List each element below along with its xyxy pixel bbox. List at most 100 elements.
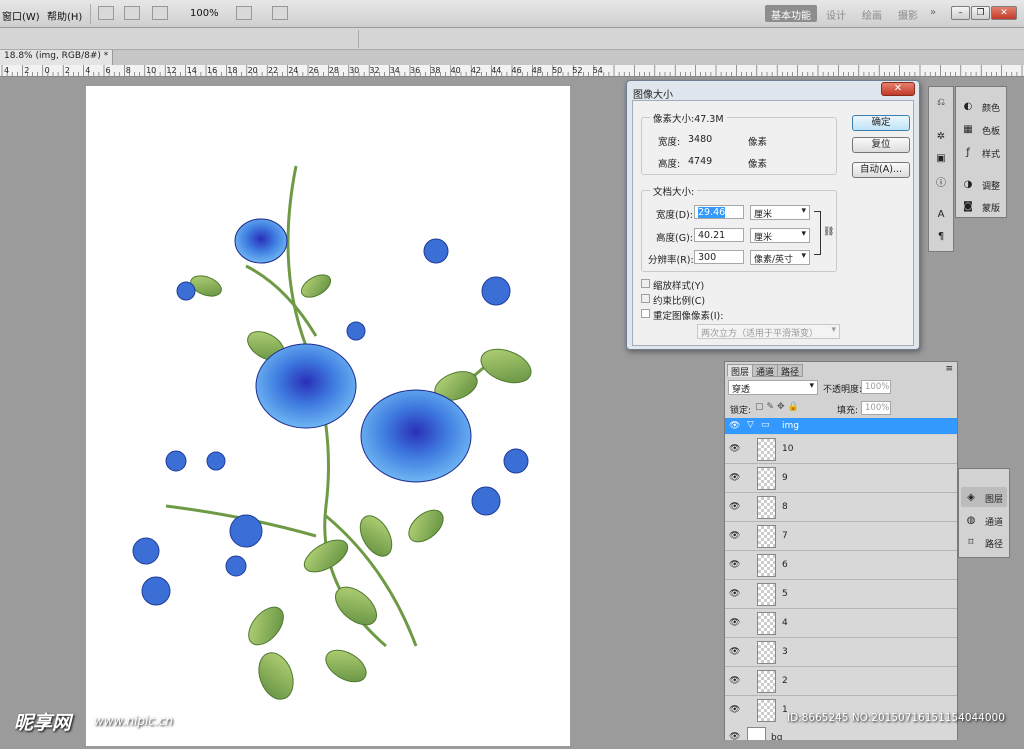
arrange-documents-icon[interactable]: [236, 6, 252, 20]
visibility-eye-icon[interactable]: 👁: [729, 676, 740, 686]
visibility-eye-icon[interactable]: 👁: [729, 444, 740, 454]
character-icon[interactable]: A: [935, 209, 947, 220]
ruler-label: 34: [390, 66, 400, 75]
visibility-eye-icon[interactable]: 👁: [729, 560, 740, 570]
visibility-eye-icon[interactable]: 👁: [729, 502, 740, 512]
view-extras-icon[interactable]: [152, 6, 168, 20]
scale-styles-checkbox[interactable]: [641, 279, 650, 288]
doc-height-input[interactable]: 40.21: [694, 228, 744, 242]
background-layer-row[interactable]: 👁 bg: [725, 724, 957, 740]
auto-button[interactable]: 自动(A)...: [852, 162, 910, 178]
panel-menu-icon[interactable]: ≡: [945, 364, 953, 374]
navigator-icon[interactable]: ▣: [935, 153, 947, 164]
workspace-essentials[interactable]: 基本功能: [765, 5, 817, 22]
visibility-eye-icon[interactable]: 👁: [729, 647, 740, 657]
ruler-label: 4: [4, 66, 9, 75]
tab-layers[interactable]: 图层: [727, 364, 754, 378]
pixel-width-unit: 像素: [748, 137, 768, 148]
masks-icon[interactable]: ◙: [962, 201, 974, 212]
ok-button[interactable]: 确定: [852, 115, 910, 131]
dock-item-swatches[interactable]: 色板: [982, 124, 1000, 137]
history-icon[interactable]: ⎌: [935, 97, 947, 108]
layer-row[interactable]: 👁 6: [725, 551, 957, 580]
restore-button[interactable]: ❐: [971, 6, 990, 20]
tab-paths[interactable]: 路径: [777, 364, 804, 378]
color-panel-dock: ◐ 颜色 ▦ 色板 ƒ 样式 ◑ 调整 ◙ 蒙版: [955, 86, 1007, 218]
zoom-level[interactable]: 100%: [190, 8, 219, 19]
document-tab[interactable]: 18.8% (img, RGB/8#) *: [0, 50, 114, 65]
scale-styles-label: 缩放样式(Y): [653, 281, 705, 292]
visibility-eye-icon[interactable]: 👁: [729, 421, 740, 431]
dock-item-adjustments[interactable]: 调整: [982, 179, 1000, 192]
lock-options-icon[interactable]: ▢✎✥🔒: [755, 402, 802, 412]
layer-row[interactable]: 👁 3: [725, 638, 957, 667]
resolution-input[interactable]: 300: [694, 250, 744, 264]
layer-row[interactable]: 👁 7: [725, 522, 957, 551]
pixel-dimensions-label: 像素大小:47.3M: [650, 111, 727, 125]
menu-window[interactable]: 窗口(W): [2, 8, 40, 23]
blend-mode-select[interactable]: 穿透: [728, 380, 818, 395]
image-size-dialog: 图像大小 ✕ 像素大小:47.3M 宽度: 3480 像素 高度: 4749 像…: [626, 80, 920, 350]
more-workspaces-icon[interactable]: »: [924, 5, 942, 22]
visibility-eye-icon[interactable]: 👁: [729, 531, 740, 541]
dock-item-layers[interactable]: 图层: [985, 492, 1003, 505]
layer-group-row[interactable]: 👁 ▽ ▭ img: [725, 418, 957, 434]
visibility-eye-icon[interactable]: 👁: [729, 705, 740, 715]
reset-button[interactable]: 复位: [852, 137, 910, 153]
visibility-eye-icon[interactable]: 👁: [729, 473, 740, 483]
doc-height-unit-select[interactable]: 厘米: [750, 228, 810, 243]
paths-icon[interactable]: ⌑: [965, 537, 977, 548]
workspace-photography[interactable]: 摄影: [892, 5, 924, 22]
layer-row[interactable]: 👁 2: [725, 667, 957, 696]
layers-icon[interactable]: ◈: [965, 492, 977, 503]
workspace-painting[interactable]: 绘画: [856, 5, 888, 22]
pixel-width-value: 3480: [688, 134, 713, 145]
channels-icon[interactable]: ◍: [965, 515, 977, 526]
resample-checkbox[interactable]: [641, 309, 650, 318]
ruler-label: 16: [207, 66, 217, 75]
workspace-design[interactable]: 设计: [820, 5, 852, 22]
bridge-icon[interactable]: [98, 6, 114, 20]
fill-input[interactable]: 100%: [861, 401, 891, 415]
document-canvas[interactable]: [86, 86, 570, 746]
group-expand-icon[interactable]: ▽: [747, 420, 754, 430]
layer-name: 6: [782, 560, 788, 570]
layer-row[interactable]: 👁 10: [725, 435, 957, 464]
color-icon[interactable]: ◐: [962, 101, 974, 112]
resample-method-select[interactable]: 两次立方（适用于平滑渐变）: [697, 324, 840, 339]
opacity-input[interactable]: 100%: [861, 380, 891, 394]
layer-thumbnail: [757, 612, 776, 635]
doc-width-unit-select[interactable]: 厘米: [750, 205, 810, 220]
menu-help[interactable]: 帮助(H): [47, 8, 82, 23]
ruler-label: 14: [187, 66, 197, 75]
dock-item-styles[interactable]: 样式: [982, 147, 1000, 160]
close-app-button[interactable]: ✕: [991, 6, 1017, 20]
resolution-unit-select[interactable]: 像素/英寸: [750, 250, 810, 265]
paragraph-icon[interactable]: ¶: [935, 231, 947, 242]
adjustments-icon[interactable]: ◑: [962, 179, 974, 190]
ruler-label: 48: [532, 66, 542, 75]
layer-row[interactable]: 👁 8: [725, 493, 957, 522]
constrain-proportions-checkbox[interactable]: [641, 294, 650, 303]
doc-width-input[interactable]: 29.46: [694, 205, 744, 219]
screen-mode-icon[interactable]: [272, 6, 288, 20]
swatches-icon[interactable]: ▦: [962, 124, 974, 135]
info-icon[interactable]: ⓘ: [935, 178, 947, 189]
dock-item-channels[interactable]: 通道: [985, 515, 1003, 528]
dock-item-paths[interactable]: 路径: [985, 537, 1003, 550]
dock-item-color[interactable]: 颜色: [982, 101, 1000, 114]
visibility-eye-icon[interactable]: 👁: [729, 618, 740, 628]
tab-channels[interactable]: 通道: [752, 364, 779, 378]
minimize-button[interactable]: –: [951, 6, 970, 20]
minibridge-icon[interactable]: [124, 6, 140, 20]
layer-row[interactable]: 👁 5: [725, 580, 957, 609]
styles-icon[interactable]: ƒ: [962, 147, 974, 158]
visibility-eye-icon[interactable]: 👁: [729, 732, 740, 740]
visibility-eye-icon[interactable]: 👁: [729, 589, 740, 599]
watermark-logo: 昵享网: [14, 712, 72, 734]
dialog-close-button[interactable]: ✕: [881, 82, 915, 96]
layer-row[interactable]: 👁 4: [725, 609, 957, 638]
layer-row[interactable]: 👁 9: [725, 464, 957, 493]
dock-item-masks[interactable]: 蒙版: [982, 201, 1000, 214]
actions-icon[interactable]: ✲: [935, 131, 947, 142]
